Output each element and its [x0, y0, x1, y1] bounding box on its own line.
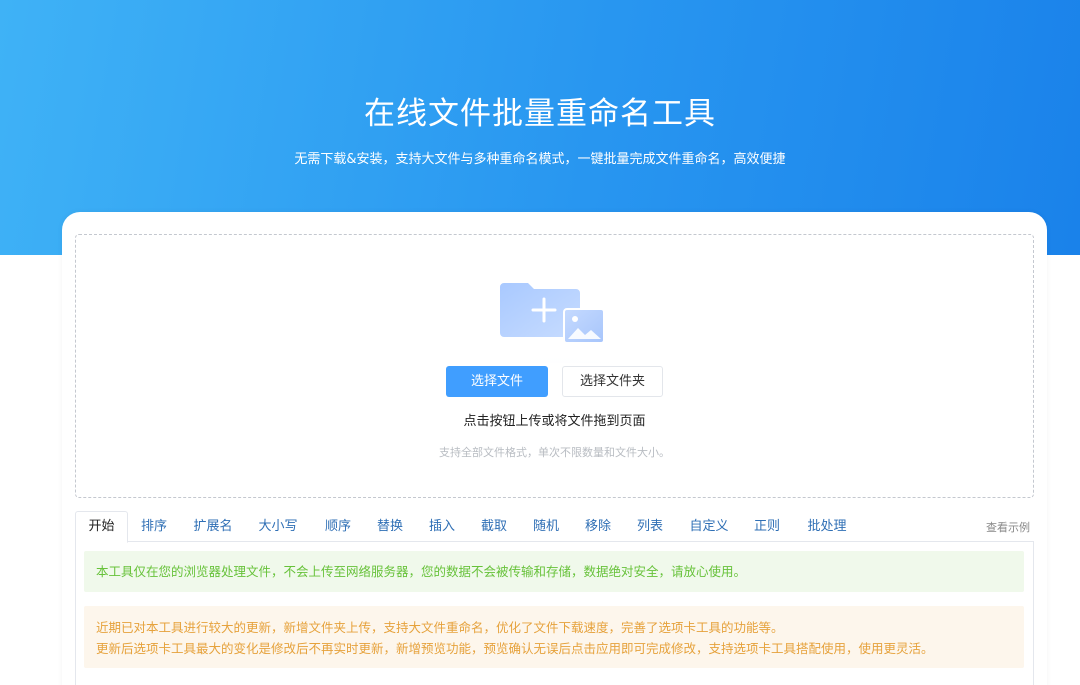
view-example-link[interactable]: 查看示例 [986, 519, 1030, 535]
tab-replace[interactable]: 替换 [368, 511, 412, 542]
select-file-button[interactable]: 选择文件 [446, 366, 548, 397]
update-notice-line-2: 更新后选项卡工具最大的变化是修改后不再实时更新，新增预览功能，预览确认无误后点击… [96, 641, 934, 656]
file-dropzone[interactable]: 选择文件 选择文件夹 点击按钮上传或将文件拖到页面 支持全部文件格式，单次不限数… [75, 234, 1034, 498]
tab-regex[interactable]: 正则 [745, 511, 789, 542]
tool-tabs: 开始 排序 扩展名 大小写 顺序 替换 插入 截取 随机 移除 列表 自定义 正… [75, 511, 1034, 543]
tab-custom[interactable]: 自定义 [680, 511, 738, 542]
tab-remove[interactable]: 移除 [576, 511, 620, 542]
page-subtitle: 无需下载&安装，支持大文件与多种重命名模式，一键批量完成文件重命名，高效便捷 [294, 152, 786, 167]
tab-insert[interactable]: 插入 [420, 511, 464, 542]
select-folder-button[interactable]: 选择文件夹 [562, 366, 663, 397]
update-notice: 近期已对本工具进行较大的更新，新增文件夹上传，支持大文件重命名，优化了文件下载速… [84, 606, 1024, 668]
tab-extension[interactable]: 扩展名 [185, 511, 241, 542]
tab-start[interactable]: 开始 [75, 511, 128, 543]
tab-sort[interactable]: 排序 [129, 511, 179, 542]
privacy-notice: 本工具仅在您的浏览器处理文件，不会上传至网络服务器，您的数据不会被传输和存储，数… [84, 551, 1024, 592]
drop-hint: 点击按钮上传或将文件拖到页面 [463, 414, 646, 429]
folder-upload-icon [426, 273, 686, 406]
tab-batch[interactable]: 批处理 [797, 511, 857, 542]
drop-subhint: 支持全部文件格式，单次不限数量和文件大小。 [439, 446, 670, 459]
update-notice-line-1: 近期已对本工具进行较大的更新，新增文件夹上传，支持大文件重命名，优化了文件下载速… [96, 620, 784, 635]
tab-random[interactable]: 随机 [524, 511, 568, 542]
page-title: 在线文件批量重命名工具 [364, 96, 716, 132]
tab-extract[interactable]: 截取 [472, 511, 516, 542]
tab-list[interactable]: 列表 [628, 511, 672, 542]
tab-case[interactable]: 大小写 [252, 511, 304, 542]
tab-order[interactable]: 顺序 [316, 511, 360, 542]
